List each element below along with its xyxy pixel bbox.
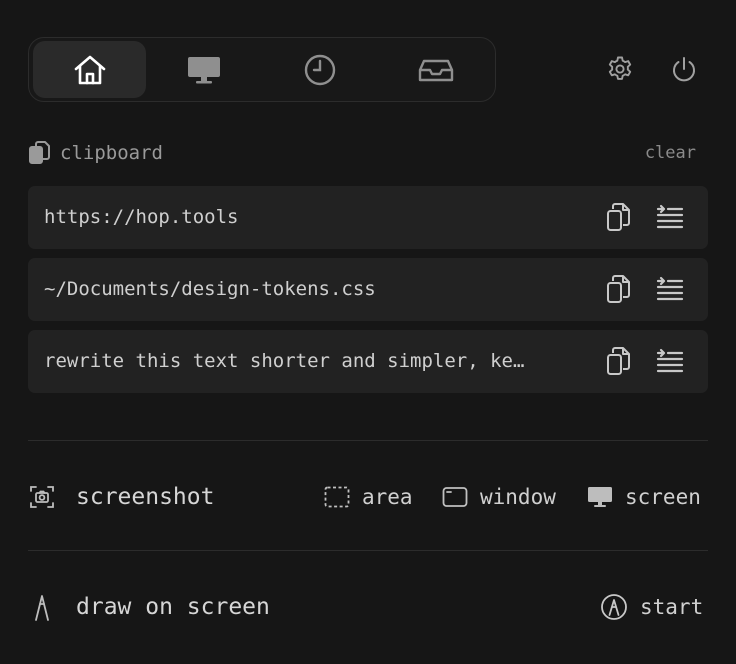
power-button[interactable] xyxy=(667,52,701,86)
clipboard-item[interactable]: ~/Documents/design-tokens.css xyxy=(28,258,708,321)
hop-tools-panel: clipboard clear https://hop.tools ~/Docu… xyxy=(0,0,736,664)
inbox-icon xyxy=(418,59,453,81)
paste-text-icon[interactable] xyxy=(654,273,686,305)
start-label: start xyxy=(640,595,704,619)
copy-icon[interactable] xyxy=(603,345,635,377)
paste-text-icon[interactable] xyxy=(654,345,686,377)
area-label: area xyxy=(362,485,413,509)
clipboard-item-text: ~/Documents/design-tokens.css xyxy=(44,278,376,300)
clock-icon xyxy=(304,54,335,85)
clipboard-icon xyxy=(29,141,50,164)
power-icon xyxy=(673,57,695,82)
screenshot-screen-button[interactable]: screen xyxy=(587,485,701,509)
tab-bar xyxy=(28,37,496,102)
area-select-icon xyxy=(324,486,350,508)
paste-text-icon[interactable] xyxy=(654,201,686,233)
clipboard-item-text: https://hop.tools xyxy=(44,206,239,228)
pen-circle-icon xyxy=(601,594,627,620)
home-icon xyxy=(74,55,105,84)
draw-label: draw on screen xyxy=(76,594,270,620)
tab-home[interactable] xyxy=(33,41,146,98)
draw-start-button[interactable]: start xyxy=(600,593,703,621)
clipboard-title: clipboard xyxy=(60,142,163,164)
divider xyxy=(28,440,708,441)
tab-monitor[interactable] xyxy=(147,41,260,98)
tab-history[interactable] xyxy=(263,41,376,98)
tab-inbox[interactable] xyxy=(379,41,492,98)
draw-row: draw on screen start xyxy=(28,587,708,627)
copy-icon[interactable] xyxy=(603,273,635,305)
monitor-icon xyxy=(588,487,612,507)
clipboard-header: clipboard clear xyxy=(28,138,708,168)
gear-icon xyxy=(608,56,632,80)
window-label: window xyxy=(480,485,556,509)
camera-icon xyxy=(30,486,54,508)
clipboard-item[interactable]: rewrite this text shorter and simpler, k… xyxy=(28,330,708,393)
pen-icon xyxy=(35,595,49,621)
window-icon xyxy=(442,487,468,507)
clear-clipboard-button[interactable]: clear xyxy=(645,143,696,163)
screenshot-area-button[interactable]: area xyxy=(324,485,413,509)
copy-icon[interactable] xyxy=(603,201,635,233)
clipboard-item-text: rewrite this text shorter and simpler, k… xyxy=(44,350,525,372)
screenshot-row: screenshot area window screen xyxy=(28,477,708,517)
screenshot-window-button[interactable]: window xyxy=(442,485,556,509)
monitor-icon xyxy=(187,56,220,83)
screenshot-label: screenshot xyxy=(76,484,215,510)
divider xyxy=(28,550,708,551)
settings-button[interactable] xyxy=(603,52,637,86)
screen-label: screen xyxy=(625,485,701,509)
clipboard-item[interactable]: https://hop.tools xyxy=(28,186,708,249)
